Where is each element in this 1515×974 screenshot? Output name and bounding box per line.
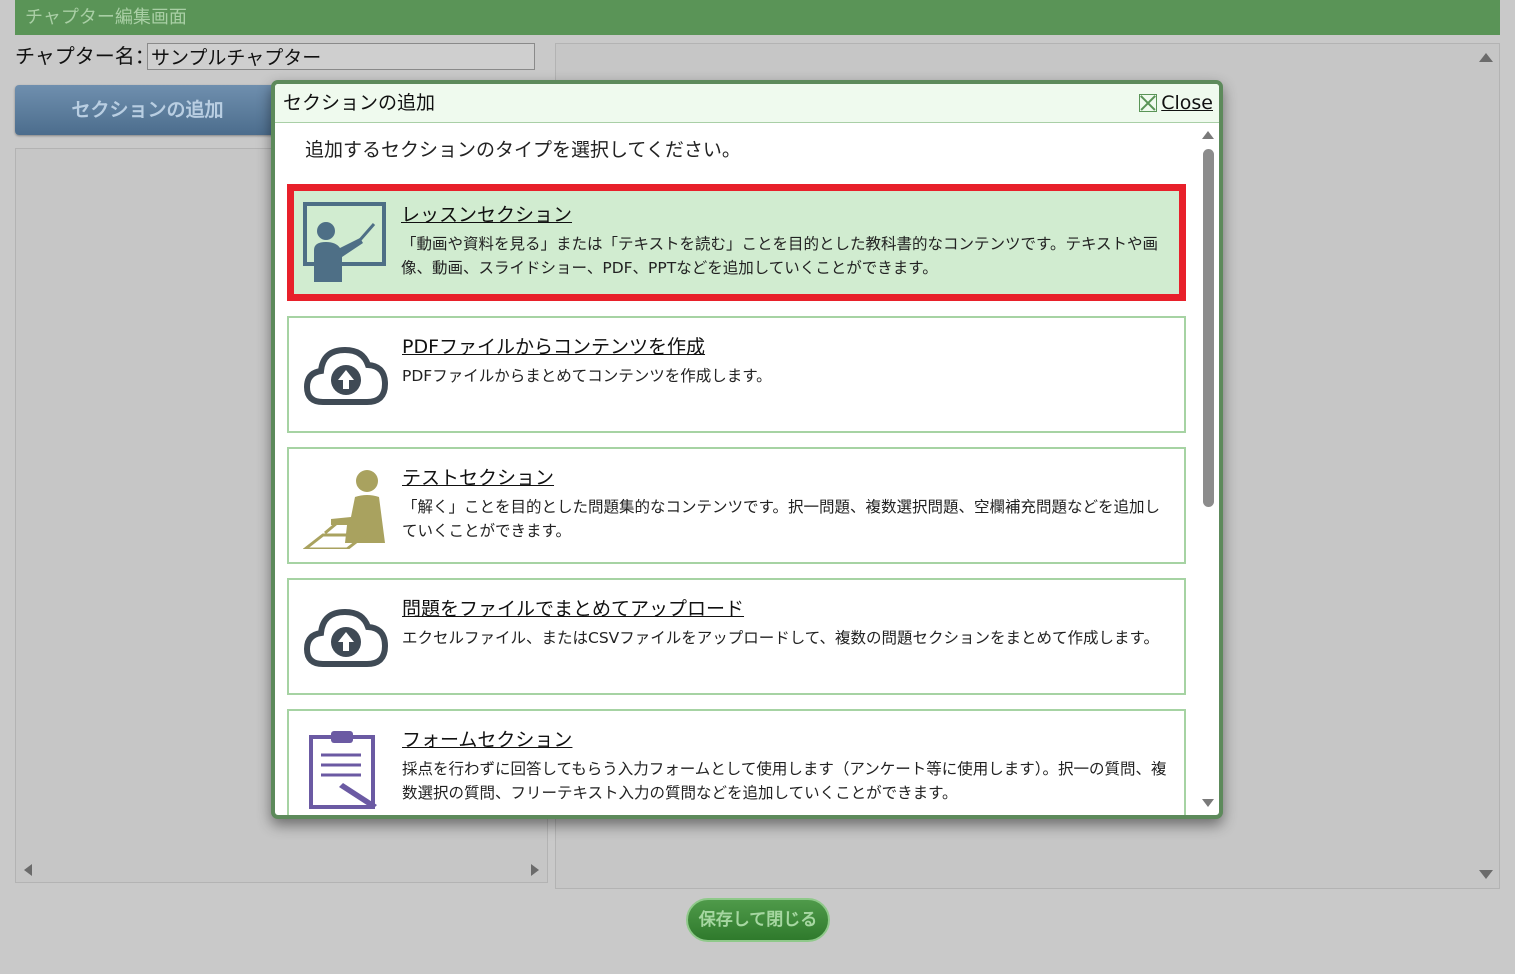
close-button[interactable]: Close	[1139, 92, 1213, 114]
scroll-up-icon[interactable]	[1479, 53, 1493, 62]
option-test-section[interactable]: テストセクション 「解く」ことを目的とした問題集的なコンテンツです。択一問題、複…	[287, 447, 1186, 564]
dialog-title: セクションの追加	[283, 92, 436, 114]
save-and-close-button[interactable]: 保存して閉じる	[686, 898, 830, 942]
window-title: チャプター編集画面	[25, 7, 187, 28]
scroll-right-icon[interactable]	[531, 864, 539, 876]
option-pdf-content[interactable]: PDFファイルからコンテンツを作成 PDFファイルからまとめてコンテンツを作成し…	[287, 316, 1186, 433]
scroll-left-icon[interactable]	[24, 864, 32, 876]
scroll-up-icon[interactable]	[1202, 131, 1214, 139]
dialog-header: セクションの追加 Close	[275, 84, 1219, 123]
close-icon[interactable]	[1139, 94, 1158, 112]
option-title[interactable]: テストセクション	[402, 463, 554, 490]
person-writing-icon	[303, 470, 385, 549]
cloud-upload-icon	[303, 608, 389, 667]
option-description: 「解く」ことを目的とした問題集的なコンテンツです。択一問題、複数選択問題、空欄補…	[402, 498, 1160, 540]
add-section-dialog: セクションの追加 Close 追加するセクションのタイプを選択してください。 レ…	[271, 80, 1223, 819]
add-section-button[interactable]: セクションの追加	[15, 85, 280, 135]
option-bulk-upload-questions[interactable]: 問題をファイルでまとめてアップロード エクセルファイル、またはCSVファイルをア…	[287, 578, 1186, 695]
option-description: エクセルファイル、またはCSVファイルをアップロードして、複数の問題セクションを…	[402, 629, 1159, 647]
dialog-instruction: 追加するセクションのタイプを選択してください。	[305, 139, 741, 161]
clipboard-pen-icon	[309, 731, 377, 809]
scroll-down-icon[interactable]	[1202, 799, 1214, 807]
option-form-section[interactable]: フォームセクション 採点を行わずに回答してもらう入力フォームとして使用します（ア…	[287, 709, 1186, 815]
window-title-bar: チャプター編集画面	[15, 0, 1500, 35]
option-title[interactable]: レッスンセクション	[401, 200, 572, 227]
option-description: PDFファイルからまとめてコンテンツを作成します。	[402, 367, 772, 385]
chapter-name-input[interactable]	[147, 43, 535, 70]
dialog-vertical-scrollbar[interactable]	[1197, 123, 1219, 815]
teacher-board-icon	[303, 202, 386, 282]
dialog-body: 追加するセクションのタイプを選択してください。 レッスンセクション 「動画や資料…	[275, 123, 1219, 815]
option-lesson-section[interactable]: レッスンセクション 「動画や資料を見る」または「テキストを読む」ことを目的とした…	[287, 184, 1186, 301]
cloud-upload-icon	[303, 346, 389, 405]
option-description: 採点を行わずに回答してもらう入力フォームとして使用します（アンケート等に使用しま…	[402, 760, 1167, 802]
chapter-name-label: チャプター名：	[15, 44, 155, 68]
option-title[interactable]: PDFファイルからコンテンツを作成	[402, 332, 705, 359]
option-title[interactable]: フォームセクション	[402, 725, 572, 752]
option-description: 「動画や資料を見る」または「テキストを読む」ことを目的とした教科書的なコンテンツ…	[401, 235, 1159, 277]
horizontal-scrollbar[interactable]	[16, 858, 547, 882]
scroll-thumb[interactable]	[1203, 149, 1214, 507]
close-label[interactable]: Close	[1161, 92, 1213, 114]
option-title[interactable]: 問題をファイルでまとめてアップロード	[402, 594, 744, 621]
scroll-down-icon[interactable]	[1479, 870, 1493, 879]
